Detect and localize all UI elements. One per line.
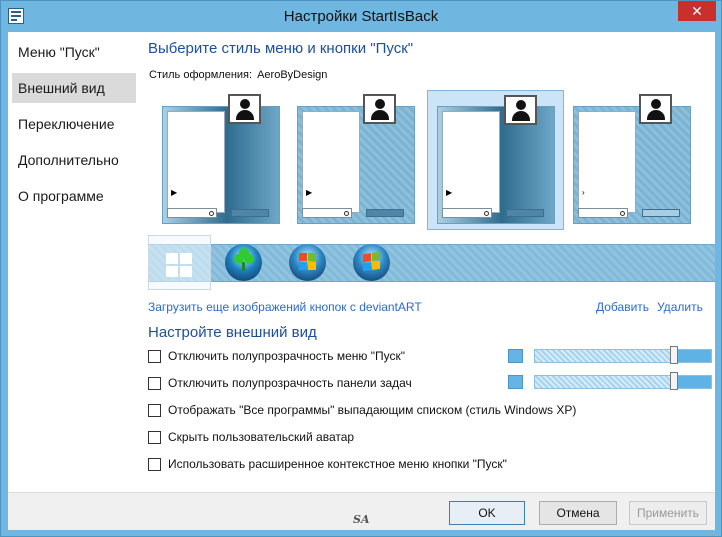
sidebar-item-appearance[interactable]: Внешний вид [12,73,136,103]
preview-search-box [578,208,628,218]
window-title: Настройки StartIsBack [283,8,439,25]
option-label: Отображать "Все программы" выпадающим сп… [168,403,577,417]
user-avatar-icon [363,94,396,124]
menu-transparency-slider[interactable] [508,346,712,364]
style-label: Стиль оформления: [149,69,253,81]
user-avatar-icon [228,94,261,124]
checkbox[interactable] [148,404,161,417]
slider-track[interactable] [534,375,712,389]
preview-search-box [167,208,217,218]
orb-option-windows-xp[interactable] [275,235,338,290]
color-swatch[interactable] [508,375,523,389]
preview-search-box [442,208,492,218]
user-avatar-icon [639,94,672,124]
preview-search-box [302,208,352,218]
checkbox[interactable] [148,350,161,363]
preview-shutdown-button [366,209,404,217]
checkbox[interactable] [148,458,161,471]
checkbox[interactable] [148,431,161,444]
sidebar-item-switching[interactable]: Переключение [12,109,136,139]
user-avatar-icon [504,95,537,125]
orb-option-windows-8[interactable] [148,235,211,290]
checkbox[interactable] [148,377,161,390]
preview-background: ▶ [437,106,555,224]
ok-button[interactable]: OK [449,501,525,525]
watermark: SA [353,513,370,526]
title-bar[interactable]: Настройки StartIsBack ✕ [1,1,721,32]
style-previews: ▶ ▶ ▶ › [148,90,708,236]
sidebar-item-about[interactable]: О программе [12,181,136,211]
client-area: Меню "Пуск" Внешний вид Переключение Доп… [8,32,715,530]
style-preview-2[interactable]: ▶ [287,90,424,230]
orb-option-windows-7[interactable] [339,235,402,290]
color-swatch[interactable] [508,349,523,363]
sidebar: Меню "Пуск" Внешний вид Переключение Доп… [8,32,142,492]
style-info: Стиль оформления: AeroByDesign [149,69,332,81]
settings-window: Настройки StartIsBack ✕ Меню "Пуск" Внеш… [0,0,722,537]
option-label: Использовать расширенное контекстное мен… [168,457,507,471]
sidebar-item-start-menu[interactable]: Меню "Пуск" [12,37,136,67]
style-preview-1[interactable]: ▶ [152,90,289,230]
orb-picker [148,235,715,290]
option-label: Скрыть пользовательский аватар [168,430,355,444]
slider-thumb[interactable] [670,346,678,364]
slider-track[interactable] [534,349,712,363]
deviantart-link[interactable]: Загрузить еще изображений кнопок с devia… [148,300,422,314]
style-value: AeroByDesign [257,69,328,81]
remove-orb-link[interactable]: Удалить [657,300,703,314]
style-preview-3[interactable]: ▶ [427,90,564,230]
cancel-button[interactable]: Отмена [539,501,617,525]
style-preview-4[interactable]: › [563,90,700,230]
appearance-section-title: Настройте внешний вид [148,324,317,341]
orb-option-clover[interactable] [211,235,274,290]
preview-menu-pane: ▶ [442,111,500,213]
clover-orb-icon [225,244,262,281]
preview-shutdown-button [231,209,269,217]
windows-xp-orb-icon [289,244,326,281]
preview-background: ▶ [297,106,415,224]
windows-8-logo-icon [166,253,192,277]
preview-background: › [573,106,691,224]
dialog-footer: OK Отмена Применить SA [8,492,715,530]
add-orb-link[interactable]: Добавить [596,300,649,314]
style-section-title: Выберите стиль меню и кнопки "Пуск" [148,40,414,57]
preview-background: ▶ [162,106,280,224]
sidebar-item-advanced[interactable]: Дополнительно [12,145,136,175]
apply-button[interactable]: Применить [629,501,707,525]
preview-menu-pane: › [578,111,636,213]
preview-shutdown-button [642,209,680,217]
option-label: Отключить полупрозрачность панели задач [168,376,412,390]
slider-thumb[interactable] [670,372,678,390]
option-label: Отключить полупрозрачность меню "Пуск" [168,349,405,363]
taskbar-transparency-slider[interactable] [508,372,712,390]
close-button[interactable]: ✕ [678,1,716,21]
windows-7-orb-icon [353,244,390,281]
main-panel: Выберите стиль меню и кнопки "Пуск" Стил… [148,32,715,492]
preview-menu-pane: ▶ [167,111,225,213]
preview-menu-pane: ▶ [302,111,360,213]
preview-shutdown-button [506,209,544,217]
